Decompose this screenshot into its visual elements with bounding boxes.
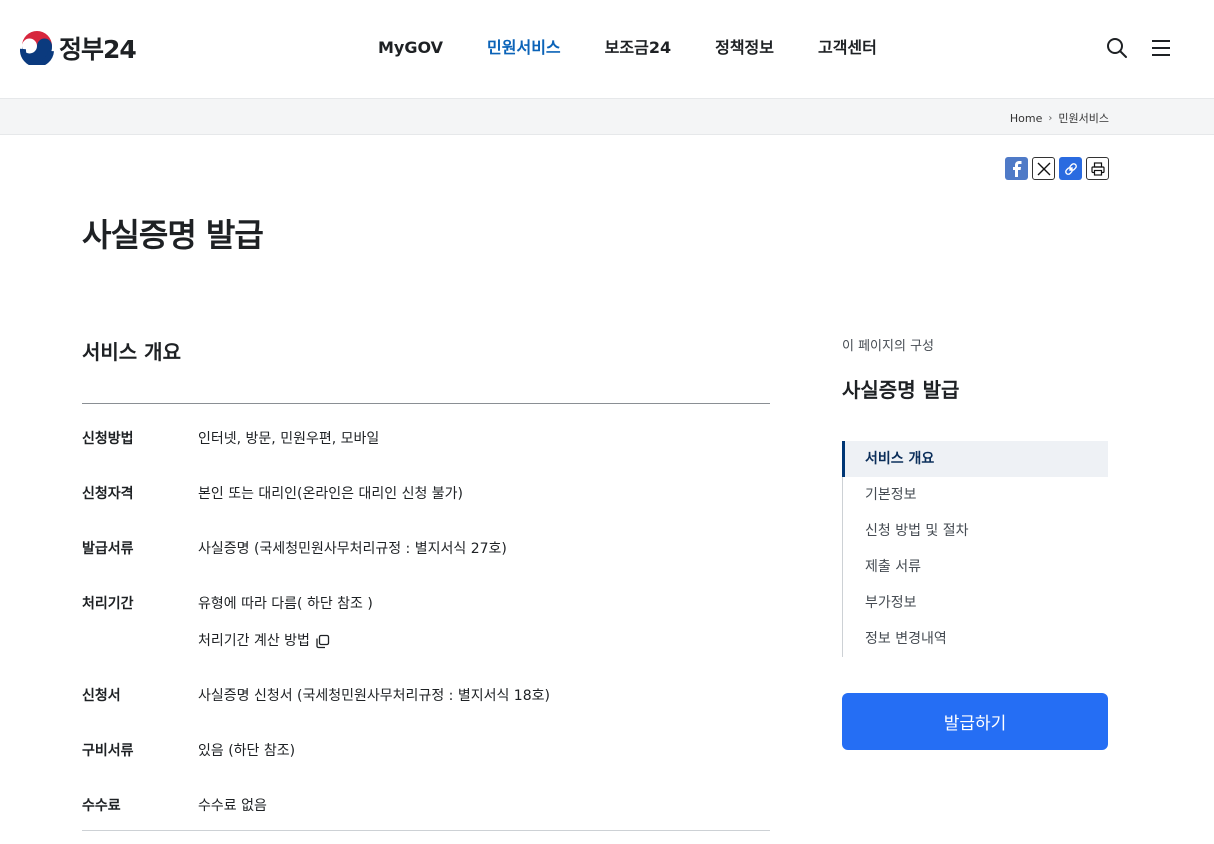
open-window-icon [316, 634, 330, 648]
toc-item-additional-info[interactable]: 부가정보 [843, 585, 1108, 621]
print-icon[interactable] [1086, 157, 1109, 180]
table-row: 수수료 수수료 없음 [82, 771, 770, 830]
nav-item-civil-service[interactable]: 민원서비스 [487, 38, 561, 58]
main-navigation: MyGOV 민원서비스 보조금24 정책정보 고객센터 [378, 38, 921, 58]
row-value: 수수료 없음 [198, 798, 267, 814]
site-logo[interactable]: 정부24 [20, 31, 137, 65]
link-icon[interactable] [1059, 157, 1082, 180]
row-value: 인터넷, 방문, 민원우편, 모바일 [198, 431, 380, 447]
nav-item-subsidy24[interactable]: 보조금24 [605, 38, 671, 58]
page-toc: 서비스 개요 기본정보 신청 방법 및 절차 제출 서류 부가정보 정보 변경내… [842, 441, 1108, 657]
issue-button[interactable]: 발급하기 [842, 693, 1108, 750]
search-icon[interactable] [1106, 37, 1128, 59]
table-row: 신청방법 인터넷, 방문, 민원우편, 모바일 [82, 404, 770, 459]
breadcrumb: Home › 민원서비스 [1010, 110, 1109, 126]
row-value: 유형에 따라 다름( 하단 참조 ) [198, 596, 373, 612]
logo-text: 정부24 [59, 35, 137, 64]
x-icon[interactable] [1032, 157, 1055, 180]
row-label: 신청방법 [82, 431, 134, 447]
row-label: 구비서류 [82, 743, 134, 759]
facebook-icon[interactable] [1005, 157, 1028, 180]
toc-item-documents[interactable]: 제출 서류 [843, 549, 1108, 585]
overview-table: 신청방법 인터넷, 방문, 민원우편, 모바일 신청자격 본인 또는 대리인(온… [82, 403, 770, 831]
page-title: 사실증명 발급 [82, 216, 264, 254]
table-row: 발급서류 사실증명 (국세청민원사무처리규정 : 별지서식 27호) [82, 514, 770, 569]
row-value: 있음 (하단 참조) [198, 743, 296, 759]
chevron-right-icon: › [1048, 112, 1053, 124]
breadcrumb-civil-service[interactable]: 민원서비스 [1058, 110, 1109, 126]
breadcrumb-home[interactable]: Home [1010, 112, 1042, 125]
share-toolbar [1005, 157, 1109, 180]
row-label: 처리기간 [82, 596, 134, 612]
processing-time-calc-label: 처리기간 계산 방법 [198, 633, 310, 649]
table-row: 신청서 사실증명 신청서 (국세청민원사무처리규정 : 별지서식 18호) [82, 661, 770, 716]
row-label: 신청서 [82, 688, 121, 704]
nav-item-mygov[interactable]: MyGOV [378, 38, 443, 58]
row-value: 사실증명 신청서 (국세청민원사무처리규정 : 별지서식 18호) [198, 688, 550, 704]
site-header: 정부24 MyGOV 민원서비스 보조금24 정책정보 고객센터 [0, 0, 1214, 98]
toc-item-application-method[interactable]: 신청 방법 및 절차 [843, 513, 1108, 549]
row-label: 신청자격 [82, 486, 134, 502]
taegeuk-logo-icon [20, 31, 54, 65]
breadcrumb-bar: Home › 민원서비스 [0, 98, 1214, 135]
table-row: 신청자격 본인 또는 대리인(온라인은 대리인 신청 불가) [82, 459, 770, 514]
toc-item-service-overview[interactable]: 서비스 개요 [842, 441, 1108, 477]
processing-time-calc-link[interactable]: 처리기간 계산 방법 [198, 632, 373, 650]
nav-item-policy-info[interactable]: 정책정보 [715, 38, 774, 58]
row-value: 사실증명 (국세청민원사무처리규정 : 별지서식 27호) [198, 541, 507, 557]
row-label: 수수료 [82, 798, 121, 814]
header-utilities [1106, 37, 1172, 59]
toc-title: 사실증명 발급 [842, 378, 960, 402]
nav-item-customer-center[interactable]: 고객센터 [818, 38, 877, 58]
row-label: 발급서류 [82, 541, 134, 557]
table-row: 처리기간 유형에 따라 다름( 하단 참조 ) 처리기간 계산 방법 [82, 569, 770, 661]
toc-caption: 이 페이지의 구성 [842, 339, 934, 354]
section-title-overview: 서비스 개요 [82, 340, 181, 364]
toc-item-basic-info[interactable]: 기본정보 [843, 477, 1108, 513]
row-value: 본인 또는 대리인(온라인은 대리인 신청 불가) [198, 486, 464, 502]
toc-item-change-history[interactable]: 정보 변경내역 [843, 621, 1108, 657]
hamburger-menu-icon[interactable] [1150, 37, 1172, 59]
row-value-group: 유형에 따라 다름( 하단 참조 ) 처리기간 계산 방법 [198, 595, 373, 661]
table-row: 구비서류 있음 (하단 참조) [82, 716, 770, 771]
